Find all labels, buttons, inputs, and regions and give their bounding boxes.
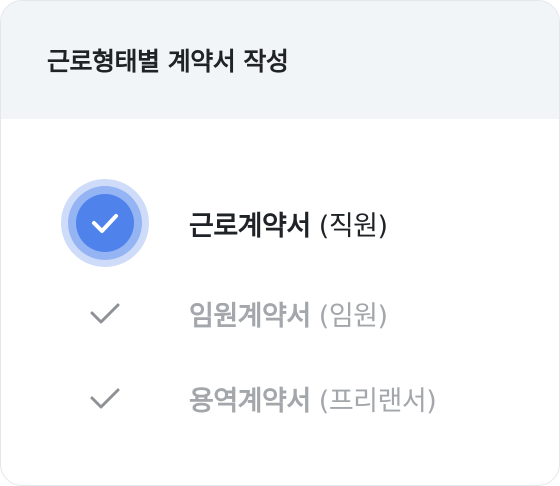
card-header: 근로형태별 계약서 작성 bbox=[1, 1, 559, 119]
check-slot bbox=[61, 179, 149, 267]
option-label: 용역계약서 (프리랜서) bbox=[189, 379, 437, 418]
option-employment-contract[interactable]: 근로계약서 (직원) bbox=[1, 179, 559, 267]
option-sub-label: (직원) bbox=[318, 210, 388, 242]
option-label: 임원계약서 (임원) bbox=[189, 294, 388, 333]
check-mark bbox=[92, 214, 118, 233]
option-sub-label: (임원) bbox=[318, 300, 388, 332]
option-sub-label: (프리랜서) bbox=[318, 385, 437, 417]
check-slot bbox=[61, 358, 149, 438]
check-icon bbox=[90, 388, 120, 409]
option-main-label: 근로계약서 bbox=[189, 210, 311, 242]
contract-type-card: 근로형태별 계약서 작성 근로계약서 (직원) 임원계약서 (임원) 용역계약서… bbox=[0, 0, 560, 486]
option-main-label: 용역계약서 bbox=[189, 385, 311, 417]
option-label: 근로계약서 (직원) bbox=[189, 204, 388, 243]
card-title: 근로형태별 계약서 작성 bbox=[47, 47, 289, 76]
check-circle-icon bbox=[61, 179, 149, 267]
option-service-contract[interactable]: 용역계약서 (프리랜서) bbox=[1, 358, 559, 438]
check-slot bbox=[61, 273, 149, 353]
option-main-label: 임원계약서 bbox=[189, 300, 311, 332]
check-icon bbox=[90, 303, 120, 324]
option-executive-contract[interactable]: 임원계약서 (임원) bbox=[1, 273, 559, 353]
